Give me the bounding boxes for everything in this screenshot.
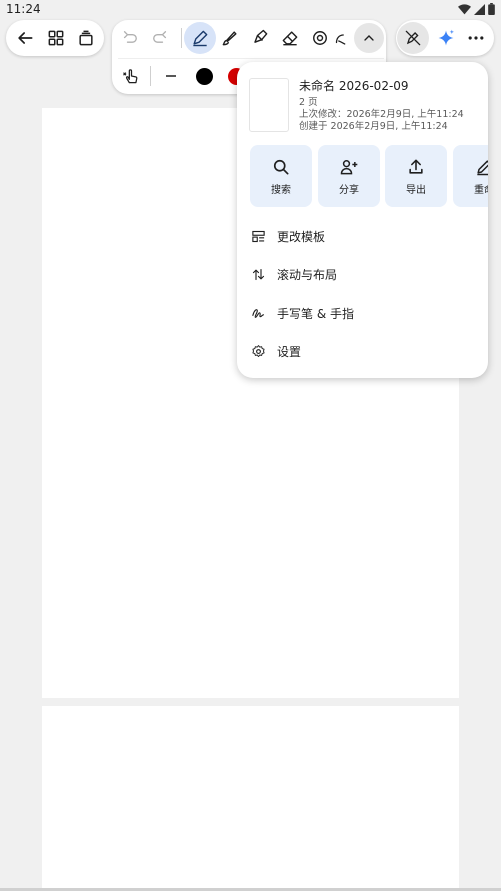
search-action[interactable]: 搜索 — [250, 145, 312, 207]
stroke-width-icon — [166, 75, 176, 77]
highlighter-tool-button[interactable] — [244, 22, 276, 54]
ai-button[interactable] — [430, 22, 462, 54]
menu-pen-finger[interactable]: 手写笔 & 手指 — [251, 301, 354, 325]
more-horizontal-icon — [468, 36, 484, 40]
note-page-2[interactable] — [42, 706, 459, 891]
redo-button[interactable] — [144, 22, 176, 54]
shape-icon — [335, 34, 346, 45]
pen-icon — [193, 30, 208, 47]
grid-button[interactable] — [40, 22, 72, 54]
share-action[interactable]: 分享 — [318, 145, 380, 207]
shape-tool-button[interactable] — [332, 22, 350, 54]
color-black-button[interactable] — [188, 60, 220, 92]
toolbar-row-divider — [118, 58, 384, 59]
eraser-tool-button[interactable] — [274, 22, 306, 54]
brush-tool-button[interactable] — [214, 22, 246, 54]
menu-change-template[interactable]: 更改模板 — [251, 224, 325, 248]
pen-mode-button[interactable] — [397, 22, 429, 54]
upload-icon — [409, 159, 423, 174]
redo-icon — [153, 31, 167, 43]
rename-action[interactable]: 重命 — [453, 145, 488, 207]
rename-action-label: 重命 — [474, 184, 488, 196]
export-action-label: 导出 — [406, 184, 426, 196]
nav-toolbar — [6, 20, 104, 56]
signal-icon — [474, 3, 485, 15]
pages-icon — [79, 30, 93, 46]
search-icon — [273, 159, 289, 174]
highlighter-icon — [254, 29, 268, 43]
grid-icon — [48, 30, 64, 46]
pen-off-icon — [405, 30, 421, 46]
menu-pen-finger-label: 手写笔 & 手指 — [277, 306, 354, 321]
menu-change-template-label: 更改模板 — [277, 229, 326, 244]
sparkle-icon — [438, 29, 454, 46]
search-action-label: 搜索 — [271, 184, 291, 196]
toolbar-divider-2 — [150, 66, 151, 86]
color-swatch-black — [195, 67, 213, 85]
undo-icon — [123, 31, 137, 43]
menu-scroll-layout[interactable]: 滚动与布局 — [251, 262, 337, 286]
share-action-label: 分享 — [339, 184, 359, 196]
note-created: 创建于 2026年2月9日, 上午11:24 — [299, 121, 448, 132]
right-toolbar — [396, 20, 494, 56]
status-bar: 11:24 — [0, 0, 501, 22]
brush-icon — [222, 31, 237, 46]
pen-tool-button[interactable] — [184, 22, 216, 54]
gear-icon — [252, 344, 265, 357]
lasso-icon — [313, 31, 327, 45]
template-icon — [252, 230, 265, 242]
arrow-left-icon — [18, 32, 33, 44]
menu-settings[interactable]: 设置 — [251, 339, 301, 363]
stroke-width-button[interactable] — [155, 60, 187, 92]
pages-button[interactable] — [70, 22, 102, 54]
wifi-icon — [458, 3, 471, 14]
export-action[interactable]: 导出 — [385, 145, 447, 207]
menu-scroll-layout-label: 滚动与布局 — [277, 267, 338, 282]
note-title: 未命名 2026-02-09 — [299, 79, 409, 93]
add-person-icon — [340, 159, 358, 174]
collapse-toolbar-button[interactable] — [354, 23, 384, 53]
edit-icon — [477, 159, 488, 175]
handwriting-icon — [252, 308, 265, 318]
undo-button[interactable] — [114, 22, 146, 54]
battery-icon — [488, 3, 495, 15]
chevron-up-icon — [364, 35, 374, 41]
eraser-icon — [282, 31, 298, 46]
more-button[interactable] — [460, 22, 492, 54]
swap-vertical-icon — [252, 268, 265, 280]
status-time: 11:24 — [6, 2, 41, 16]
touch-write-icon — [123, 69, 138, 84]
menu-settings-label: 设置 — [277, 344, 302, 359]
toolbar-divider — [181, 28, 182, 48]
status-icons — [458, 3, 495, 15]
touch-write-button[interactable] — [115, 60, 147, 92]
note-thumbnail[interactable] — [249, 78, 289, 132]
back-button[interactable] — [9, 22, 41, 54]
note-options-popup: 未命名 2026-02-09 2 页 上次修改：2026年2月9日, 上午11:… — [237, 62, 488, 378]
